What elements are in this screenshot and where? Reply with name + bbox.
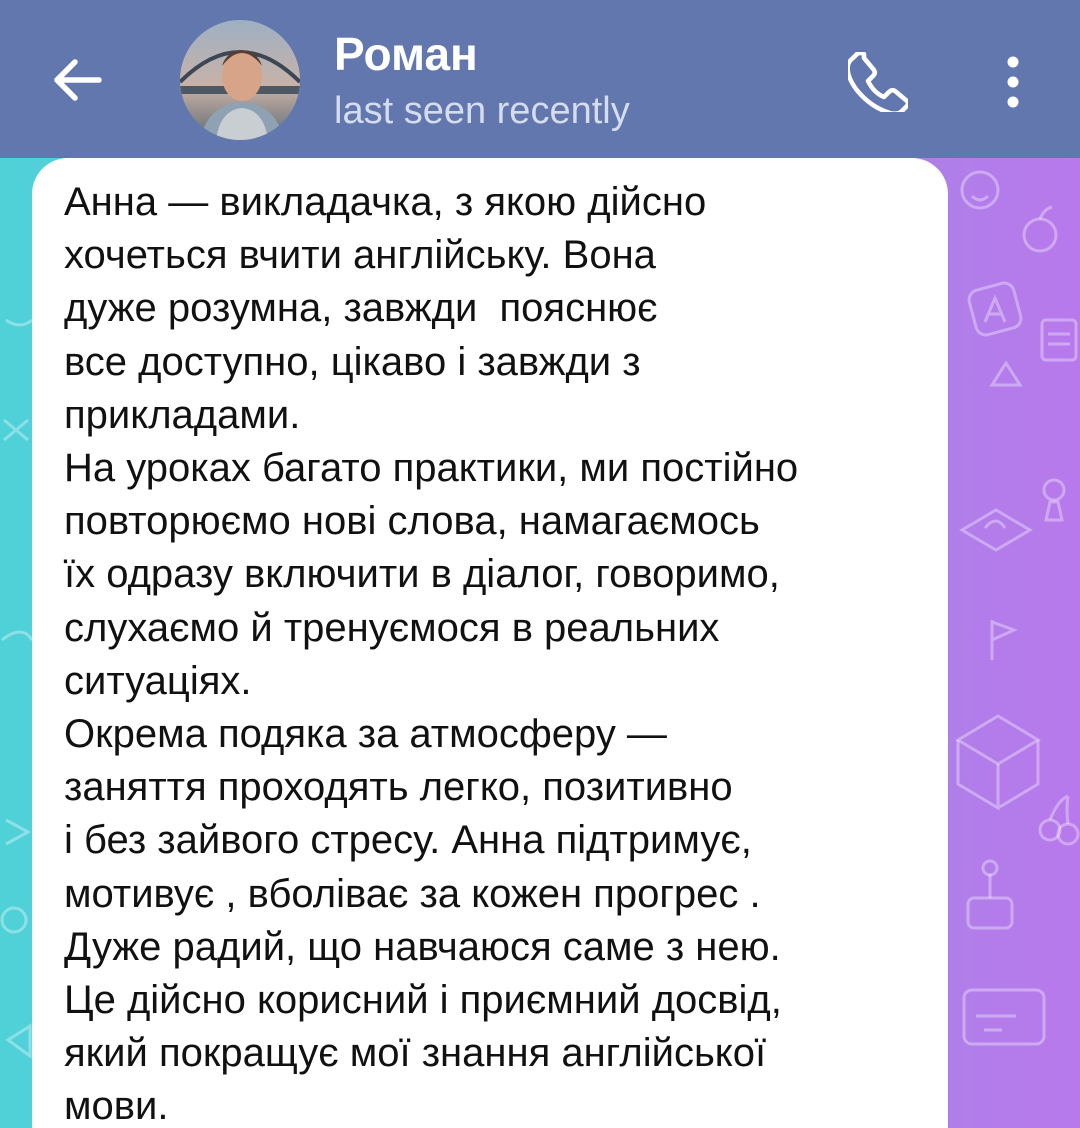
- message-line: який покращує мої знання англійської: [64, 1031, 767, 1076]
- smile-doodle-icon: [960, 170, 1000, 210]
- joystick-doodle-icon: [966, 859, 1014, 930]
- message-line: ситуаціях.: [64, 658, 252, 703]
- chat-screen: Роман last seen recently Анна — викладач…: [0, 0, 1080, 1128]
- message-line: Окрема подяка за атмосферу —: [64, 712, 667, 757]
- triangle-doodle-icon: [989, 360, 1023, 387]
- contact-name: Роман: [334, 28, 478, 80]
- cherry-doodle-icon: [1038, 794, 1080, 846]
- flag-doodle-icon: [990, 620, 1018, 660]
- more-options-button[interactable]: [990, 50, 1036, 114]
- contact-info[interactable]: Роман last seen recently: [334, 26, 630, 134]
- more-vertical-icon: [1007, 56, 1019, 108]
- pawn-doodle-icon: [1042, 478, 1066, 522]
- message-line: прикладами.: [64, 392, 301, 437]
- message-line: заняття проходять легко, позитивно: [64, 765, 733, 810]
- avatar[interactable]: [180, 20, 300, 140]
- arrow-left-icon: [54, 59, 102, 101]
- message-bubble[interactable]: Анна — викладачка, з якою дійсно хочетьс…: [32, 158, 948, 1128]
- message-line: повторюємо нові слова, намагаємось: [64, 499, 760, 544]
- apple-doodle-icon: [1022, 205, 1058, 253]
- chat-header: Роман last seen recently: [0, 0, 1080, 158]
- message-line: і без зайвого стресу. Анна підтримує,: [64, 818, 752, 863]
- call-button[interactable]: [846, 50, 910, 114]
- message-line: їх одразу включити в діалог, говоримо,: [64, 552, 780, 597]
- printer-doodle-icon: [962, 988, 1046, 1046]
- message-line: Анна — викладачка, з якою дійсно: [64, 180, 707, 224]
- message-line: дуже розумна, завжди пояснює: [64, 286, 658, 331]
- message-line: Дуже радий, що навчаюся саме з нею.: [64, 924, 781, 969]
- phone-icon: [848, 52, 908, 112]
- message-line: хочеться вчити англійську. Вона: [64, 233, 656, 278]
- message-line: все доступно, цікаво і завжди з: [64, 339, 641, 384]
- message-line: слухаємо й тренуємося в реальних: [64, 605, 720, 650]
- book-doodle-icon: [1040, 318, 1078, 362]
- rubik-cube-doodle-icon: [955, 714, 1041, 811]
- avatar-photo: [180, 20, 300, 140]
- message-line: Це дійсно корисний і приємний досвід,: [64, 978, 782, 1023]
- contact-status: last seen recently: [334, 90, 630, 132]
- letter-a-doodle-icon: [967, 281, 1023, 337]
- message-line: мотивує , вболіває за кожен прогрес .: [64, 871, 761, 916]
- question-cube-doodle-icon: [959, 508, 1033, 552]
- message-line: мови.: [64, 1084, 169, 1128]
- back-button[interactable]: [44, 50, 110, 110]
- message-line: На уроках багато практики, ми постійно: [64, 446, 799, 491]
